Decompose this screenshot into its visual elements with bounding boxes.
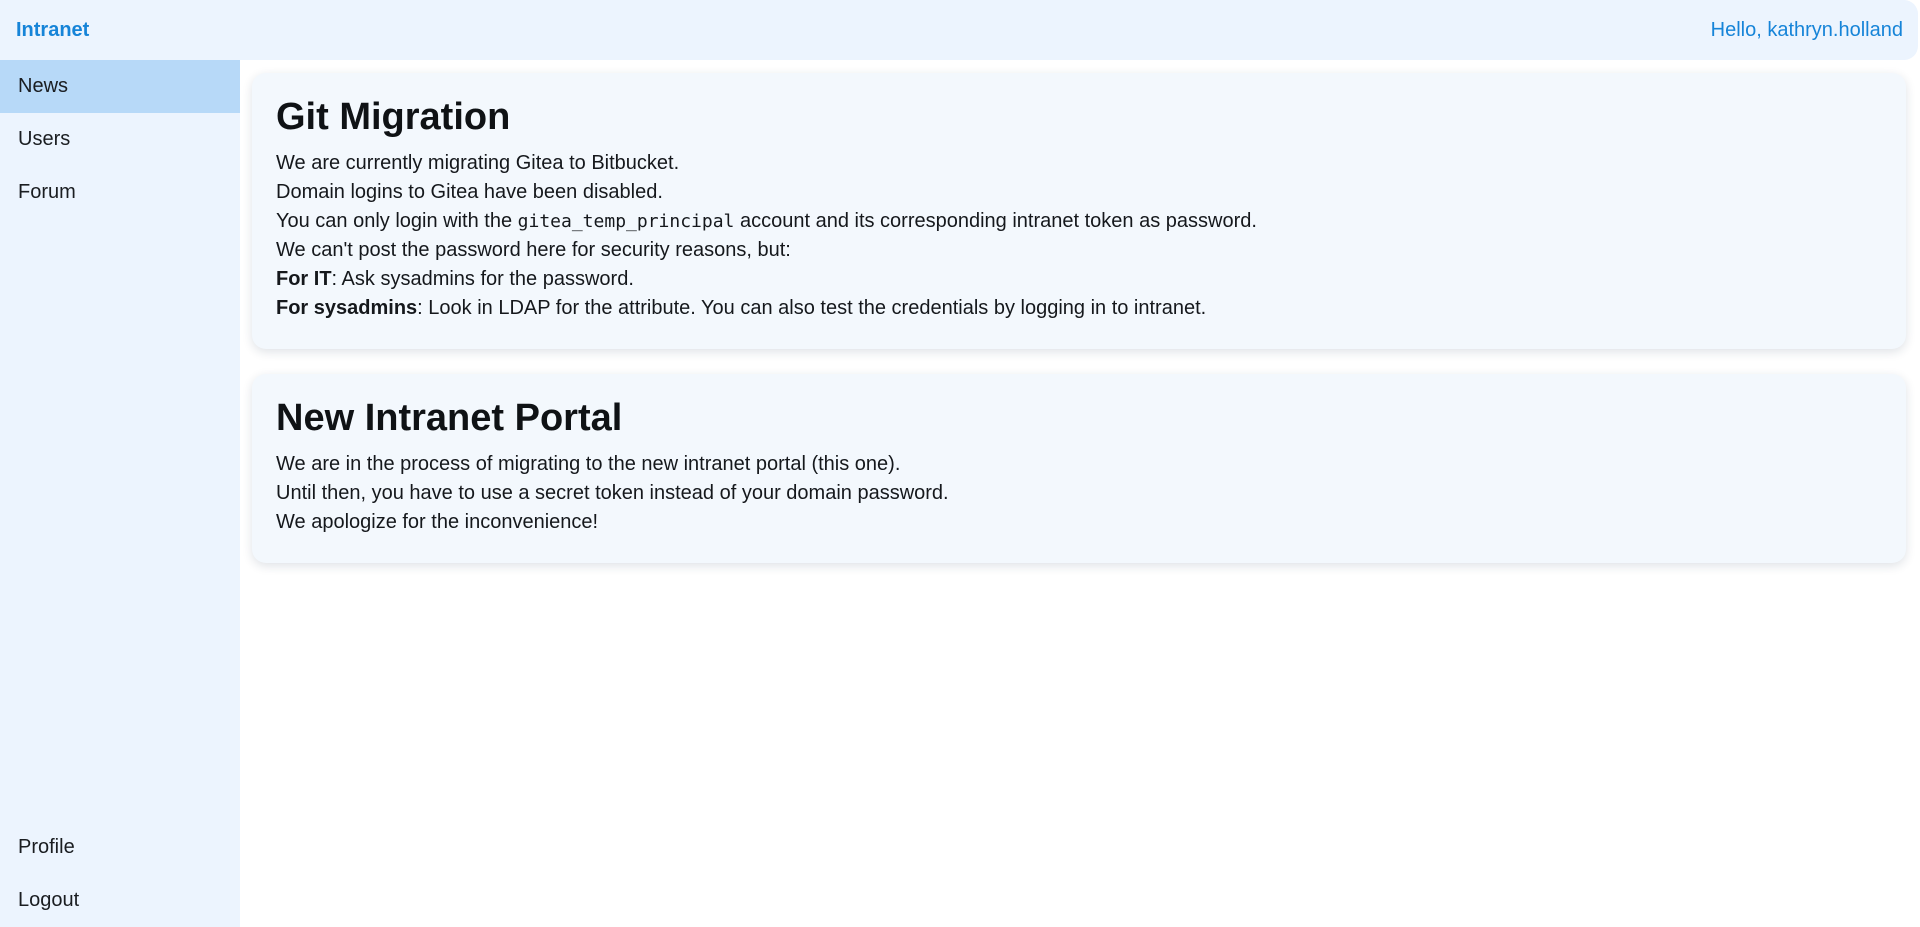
post-line: We are in the process of migrating to th…	[276, 453, 901, 475]
post-line: We are currently migrating Gitea to Bitb…	[276, 152, 680, 174]
news-feed: Git Migration We are currently migrating…	[252, 73, 1906, 588]
post-title: Git Migration	[276, 96, 511, 138]
news-post-new-intranet-portal: New Intranet Portal We are in the proces…	[252, 374, 1906, 563]
post-line: For sysadmins: Look in LDAP for the attr…	[276, 294, 1882, 323]
sidebar-item-news[interactable]: News	[0, 60, 240, 113]
account-name-code: gitea_temp_principal	[517, 211, 735, 232]
post-line: You can only login with the gitea_temp_p…	[276, 207, 1882, 236]
post-text: account and its corresponding intranet t…	[734, 210, 1257, 232]
post-text: You can only login with the	[276, 210, 518, 232]
audience-label-it: For IT	[276, 268, 332, 290]
post-line: For IT: Ask sysadmins for the password.	[276, 265, 1882, 294]
post-line: Until then, you have to use a secret tok…	[276, 482, 949, 504]
sidebar-item-logout[interactable]: Logout	[0, 874, 240, 927]
top-bar: Intranet Hello, kathryn.holland	[0, 0, 1918, 60]
sidebar-main-nav: News Users Forum	[0, 60, 240, 219]
post-title: New Intranet Portal	[276, 397, 623, 439]
sidebar-item-users[interactable]: Users	[0, 113, 240, 166]
sidebar-bottom-nav: Profile Logout	[0, 821, 240, 927]
brand-link[interactable]: Intranet	[16, 19, 89, 42]
sidebar: News Users Forum Profile Logout	[0, 60, 240, 927]
news-post-git-migration: Git Migration We are currently migrating…	[252, 73, 1906, 349]
sidebar-item-profile[interactable]: Profile	[0, 821, 240, 874]
post-text: : Look in LDAP for the attribute. You ca…	[417, 297, 1207, 319]
post-text: : Ask sysadmins for the password.	[331, 268, 634, 290]
audience-label-sysadmins: For sysadmins	[276, 297, 418, 319]
sidebar-item-forum[interactable]: Forum	[0, 166, 240, 219]
user-greeting: Hello, kathryn.holland	[1710, 18, 1903, 41]
post-line: Domain logins to Gitea have been disable…	[276, 181, 663, 203]
post-line: We apologize for the inconvenience!	[276, 511, 599, 533]
post-line: We can't post the password here for secu…	[276, 239, 791, 261]
